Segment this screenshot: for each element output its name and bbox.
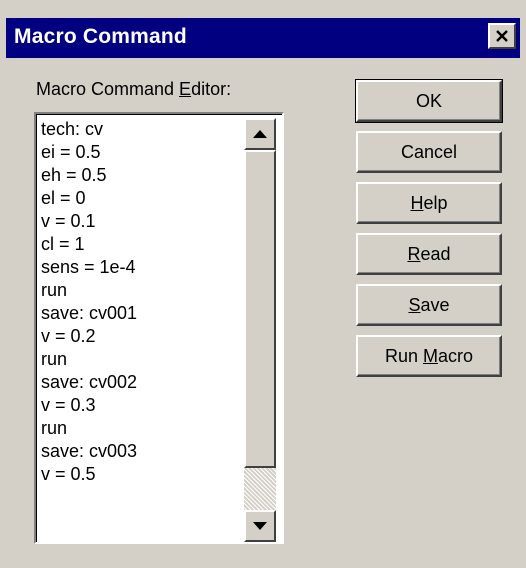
cancel-button[interactable]: Cancel — [356, 131, 502, 173]
editor-line: tech: cv — [41, 119, 104, 139]
editor-label: Macro Command Editor: — [36, 79, 232, 99]
read-button-label: Read — [407, 243, 451, 264]
ok-button-label: OK — [415, 90, 442, 111]
scroll-down-button[interactable] — [244, 510, 276, 542]
save-button-label: Save — [408, 294, 450, 315]
editor-line: run — [41, 349, 68, 369]
editor-line: ei = 0.5 — [41, 142, 101, 162]
help-button-label: Help — [410, 192, 448, 213]
window-title: Macro Command — [14, 25, 187, 48]
editor-line: save: cv003 — [41, 441, 138, 461]
macro-editor-textarea[interactable]: tech: cv ei = 0.5 eh = 0.5 el = 0 v = 0.1 cl … — [34, 112, 284, 544]
ok-button[interactable]: OK — [355, 79, 503, 123]
title-bar[interactable]: Macro Command — [6, 18, 520, 58]
arrow-up-icon — [253, 125, 267, 143]
editor-line: save: cv002 — [41, 372, 138, 392]
run-macro-button[interactable]: Run Macro — [356, 335, 502, 377]
editor-line: el = 0 — [41, 188, 86, 208]
editor-line: run — [41, 280, 68, 300]
close-icon — [495, 30, 509, 42]
editor-line: v = 0.1 — [41, 211, 96, 231]
help-button[interactable]: Help — [356, 182, 502, 224]
run-macro-button-label: Run Macro — [384, 345, 474, 366]
save-button[interactable]: Save — [356, 284, 502, 326]
arrow-down-icon — [253, 517, 267, 535]
editor-line: cl = 1 — [41, 234, 85, 254]
macro-editor-content[interactable]: tech: cv ei = 0.5 eh = 0.5 el = 0 v = 0.1 cl … — [41, 118, 241, 538]
read-button[interactable]: Read — [356, 233, 502, 275]
editor-line: v = 0.3 — [41, 395, 96, 415]
cancel-button-label: Cancel — [400, 141, 458, 162]
scroll-thumb[interactable] — [244, 150, 276, 468]
vertical-scrollbar[interactable] — [244, 118, 276, 542]
editor-line: sens = 1e-4 — [41, 257, 136, 277]
editor-line: v = 0.2 — [41, 326, 96, 346]
scroll-up-button[interactable] — [244, 118, 276, 150]
close-button[interactable] — [488, 23, 516, 49]
editor-line: eh = 0.5 — [41, 165, 107, 185]
macro-command-dialog: Macro Command Macro Command Editor: tech… — [0, 0, 526, 568]
editor-line: run — [41, 418, 68, 438]
editor-line: v = 0.5 — [41, 464, 96, 484]
editor-line: save: cv001 — [41, 303, 138, 323]
